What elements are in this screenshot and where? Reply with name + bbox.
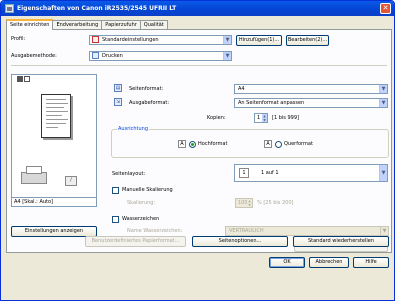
scaling-stepper[interactable]: 100 ▲ ▼	[235, 198, 253, 208]
output-size-icon: ⇲	[114, 98, 122, 106]
copies-range: [1 bis 999]	[272, 115, 299, 121]
landscape-icon: A	[264, 140, 272, 148]
help-button[interactable]: Hilfe	[353, 257, 389, 268]
profile-value: Standardeinstellungen	[102, 37, 159, 43]
print-icon	[92, 52, 99, 59]
page-options-button[interactable]: Seitenoptionen...	[192, 236, 288, 247]
watermark-checkbox[interactable]	[112, 216, 119, 223]
output-method-label: Ausgabemethode:	[11, 53, 57, 59]
chevron-down-icon: ▼	[379, 99, 387, 107]
page-size-icon: ▤	[114, 84, 122, 92]
properties-dialog: Eigenschaften von Canon iR2535/2545 UFRI…	[0, 0, 395, 301]
portrait-radio[interactable]	[189, 141, 196, 148]
chevron-down-icon: ▼	[379, 165, 387, 181]
printer-icon	[5, 4, 14, 13]
page-size-value: A4	[238, 86, 245, 92]
chevron-down-icon: ▼	[379, 85, 387, 93]
watermark-name-value: VERTRAULICH	[229, 228, 264, 234]
copies-stepper[interactable]: 1 ▲ ▼	[254, 113, 268, 123]
scaling-range: % [25 bis 200]	[257, 200, 294, 206]
watermark-name-select[interactable]: VERTRAULICH ▼	[225, 226, 389, 236]
output-size-select[interactable]: An Seitenformat anpassen ▼	[234, 98, 388, 108]
preview-footer: A4 [Skal.: Auto]	[11, 198, 97, 207]
output-method-select[interactable]: Drucken ▼	[89, 51, 232, 61]
settings-view-button[interactable]: Einstellungen anzeigen	[11, 226, 97, 237]
profile-select[interactable]: Standardeinstellungen ▼	[89, 35, 232, 45]
copies-label: Kopien:	[207, 115, 226, 121]
landscape-label: Querformat	[284, 141, 313, 147]
tab-page-setup[interactable]: Seite einrichten	[6, 19, 54, 30]
landscape-radio[interactable]	[275, 141, 282, 148]
manual-scaling-label: Manuelle Skalierung	[122, 187, 173, 193]
output-size-label: Ausgabeformat:	[129, 100, 170, 106]
chevron-down-icon: ▼	[223, 36, 231, 44]
chevron-down-icon: ▼	[380, 227, 388, 235]
preview-page-icon[interactable]	[17, 76, 23, 82]
orientation-group	[111, 129, 389, 158]
page-layout-label: Seitenlayout:	[112, 171, 146, 177]
staple-icon: ∕	[65, 176, 77, 186]
tab-panel-page-setup: Profil: Standardeinstellungen ▼ Hinzufüg…	[6, 29, 392, 253]
portrait-icon: A	[178, 140, 186, 148]
preview-toggle[interactable]	[17, 76, 33, 83]
cancel-button[interactable]: Abbrechen	[309, 257, 349, 268]
profile-add-button[interactable]: Hinzufügen(1)...	[236, 35, 282, 46]
restore-defaults-button[interactable]: Standard wiederherstellen	[293, 236, 389, 247]
page-size-select[interactable]: A4 ▼	[234, 84, 388, 94]
profile-edit-button[interactable]: Bearbeiten(2)...	[286, 35, 329, 46]
close-button[interactable]: ✕	[380, 3, 391, 14]
page-layout-select[interactable]: 1 1 auf 1 ▼	[234, 164, 388, 182]
page-layout-value: 1 auf 1	[261, 170, 279, 176]
scaling-label: Skalierung:	[127, 200, 156, 206]
spin-arrows-icon[interactable]: ▲ ▼	[262, 114, 267, 122]
preview-page-graphic	[41, 94, 71, 138]
output-method-value: Drucken	[102, 53, 123, 59]
separator	[11, 65, 387, 66]
watermark-label: Wasserzeichen	[122, 216, 160, 222]
manual-scaling-checkbox[interactable]	[112, 187, 119, 194]
orientation-title: Ausrichtung	[117, 126, 150, 132]
profile-icon	[92, 36, 99, 43]
page-size-label: Seitenformat:	[129, 86, 164, 92]
profile-label: Profil:	[11, 36, 26, 42]
title-bar[interactable]: Eigenschaften von Canon iR2535/2545 UFRI…	[1, 1, 394, 16]
chevron-down-icon: ▼	[223, 52, 231, 60]
ok-button[interactable]: OK	[269, 257, 305, 268]
window-title: Eigenschaften von Canon iR2535/2545 UFRI…	[17, 5, 177, 12]
spin-arrows-icon: ▲ ▼	[247, 199, 252, 207]
printer-graphic-icon	[21, 166, 47, 186]
watermark-name-label: Name Wasserzeichen:	[127, 228, 183, 234]
copies-value: 1	[257, 115, 261, 121]
page-layout-icon: 1	[239, 168, 249, 178]
output-size-value: An Seitenformat anpassen	[238, 100, 305, 106]
preview-settings-icon[interactable]	[24, 76, 30, 82]
portrait-label: Hochformat	[198, 141, 228, 147]
custom-paper-size-button[interactable]: Benutzerdefiniertes Papierformat...	[85, 236, 186, 247]
